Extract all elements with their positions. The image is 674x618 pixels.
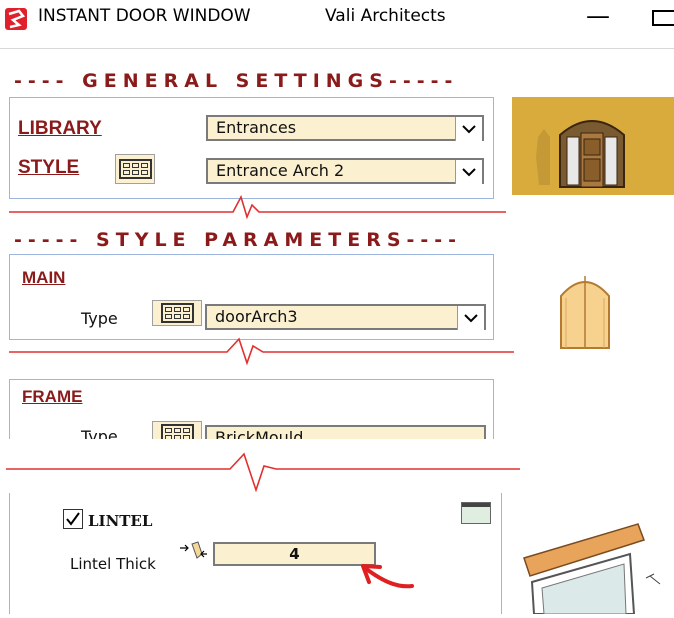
chevron-down-icon[interactable] — [455, 117, 482, 141]
lintel-thick-label: Lintel Thick — [70, 555, 156, 573]
annotation-arrow-icon — [356, 558, 416, 592]
library-label[interactable]: LIBRARY — [18, 118, 102, 140]
chevron-down-icon[interactable] — [455, 160, 482, 184]
door-arch-preview-image — [558, 270, 612, 350]
style-value: Entrance Arch 2 — [216, 161, 345, 180]
general-settings-heading: ---- GENERAL SETTINGS----- — [14, 70, 459, 92]
sketchup-icon — [5, 8, 27, 30]
frame-type-select[interactable]: BrickMould — [205, 425, 486, 439]
vendor-name: Vali Architects — [325, 6, 446, 26]
lintel-checkbox[interactable] — [63, 509, 83, 529]
grid-icon — [160, 424, 194, 439]
style-parameters-heading: ----- STYLE PARAMETERS---- — [14, 229, 463, 251]
grid-icon — [118, 159, 152, 179]
entrance-preview-image — [512, 97, 674, 195]
chevron-down-icon[interactable] — [457, 306, 484, 330]
library-select[interactable]: Entrances — [206, 115, 484, 141]
lintel-bar — [462, 503, 490, 507]
library-value: Entrances — [216, 118, 297, 137]
main-label[interactable]: MAIN — [22, 268, 65, 288]
style-browse-button[interactable] — [115, 154, 155, 184]
lintel-measure-icon — [178, 540, 210, 564]
lintel-label: LINTEL — [88, 512, 153, 530]
main-type-select[interactable]: doorArch3 — [205, 304, 486, 330]
section-separator — [6, 452, 520, 493]
main-type-value: doorArch3 — [215, 307, 298, 326]
lintel-preview-image — [520, 518, 674, 615]
title-bar: INSTANT DOOR WINDOW Vali Architects — — [0, 0, 674, 49]
lintel-thick-input[interactable]: 4 — [213, 542, 376, 566]
style-select[interactable]: Entrance Arch 2 — [206, 158, 484, 184]
lintel-preview-icon[interactable] — [461, 502, 491, 524]
frame-type-browse-button[interactable] — [152, 421, 202, 439]
frame-panel-clip: FRAME Type BrickMould — [9, 375, 502, 439]
main-type-browse-button[interactable] — [152, 300, 202, 326]
section-separator — [9, 194, 506, 221]
window-title: INSTANT DOOR WINDOW — [38, 6, 251, 26]
main-type-label: Type — [81, 309, 118, 328]
maximize-button[interactable] — [652, 10, 674, 26]
minimize-button[interactable]: — — [586, 2, 610, 30]
frame-type-value: BrickMould — [215, 428, 304, 439]
grid-icon — [160, 303, 194, 323]
section-separator — [9, 336, 514, 366]
style-label[interactable]: STYLE — [18, 157, 79, 179]
frame-label[interactable]: FRAME — [22, 387, 82, 407]
frame-type-label: Type — [81, 427, 118, 439]
